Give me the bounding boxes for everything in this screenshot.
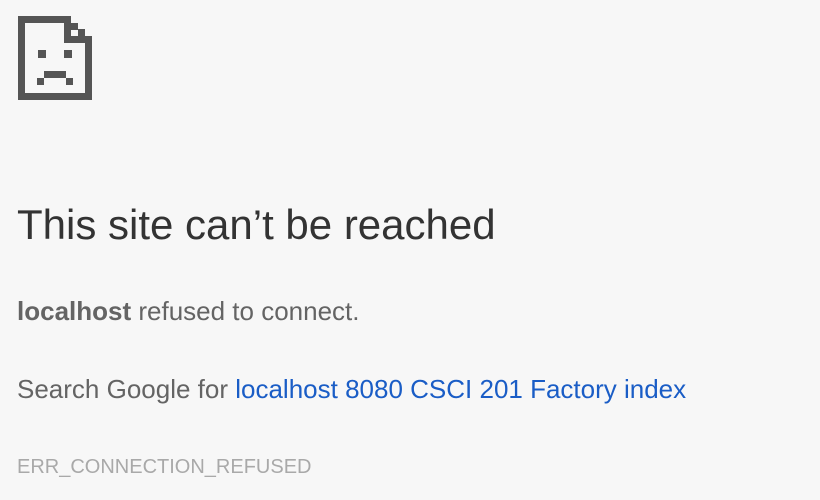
- sad-page-icon: [18, 16, 92, 100]
- search-suggestion: Search Google for localhost 8080 CSCI 20…: [17, 372, 686, 406]
- page-title: This site can’t be reached: [17, 201, 496, 248]
- error-summary: localhost refused to connect.: [17, 294, 360, 328]
- suggestion-prefix: Search Google for: [17, 374, 236, 404]
- summary-message: refused to connect.: [131, 296, 360, 326]
- main-message: This site can’t be reached: [17, 196, 820, 254]
- error-code: ERR_CONNECTION_REFUSED: [17, 456, 312, 478]
- host-name: localhost: [17, 296, 132, 326]
- search-google-link[interactable]: localhost 8080 CSCI 201 Factory index: [235, 374, 686, 404]
